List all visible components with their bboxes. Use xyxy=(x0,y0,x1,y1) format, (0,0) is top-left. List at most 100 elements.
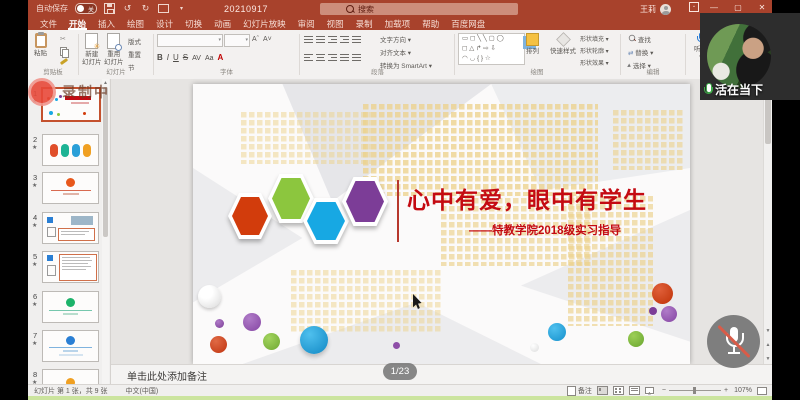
format-painter-button[interactable] xyxy=(60,58,68,65)
ribbon-display-options-button[interactable]: ⌄ xyxy=(684,0,704,14)
maximize-button[interactable]: ▢ xyxy=(728,0,748,14)
shape-fill-button[interactable]: 形状填充 ▾ xyxy=(580,34,609,43)
zoom-knob[interactable] xyxy=(693,387,696,394)
search-input[interactable]: 搜索 xyxy=(320,3,518,15)
qat-customize-button[interactable]: ▾ xyxy=(176,3,187,14)
tab-slideshow[interactable]: 幻灯片放映 xyxy=(237,16,292,30)
thumbnail-slide-6[interactable]: 6 ★ xyxy=(28,291,110,327)
quick-styles-button[interactable]: 快速样式 xyxy=(550,33,576,56)
tab-home[interactable]: 开始 xyxy=(63,16,92,30)
thumbnail-slide-7[interactable]: 7 ★ xyxy=(28,330,110,366)
bold-button[interactable]: B xyxy=(157,53,163,62)
fit-to-window-button[interactable] xyxy=(757,387,767,395)
redo-button[interactable]: ↻ xyxy=(140,3,151,14)
thumbnail-slide-2[interactable]: 2 ★ xyxy=(28,134,110,170)
tab-record[interactable]: 录制 xyxy=(350,16,379,30)
webcam-name: 活在当下 xyxy=(715,81,763,98)
increase-indent-button[interactable] xyxy=(340,36,349,44)
thumbnail-slide-3[interactable]: 3 ★ xyxy=(28,172,110,208)
find-button[interactable]: 查找 xyxy=(628,34,653,44)
tab-draw[interactable]: 绘图 xyxy=(121,16,150,30)
underline-button[interactable]: U xyxy=(173,53,179,62)
tab-animations[interactable]: 动画 xyxy=(208,16,237,30)
normal-view-button[interactable] xyxy=(597,386,608,395)
italic-button[interactable]: I xyxy=(167,53,169,62)
start-slideshow-button[interactable] xyxy=(158,3,169,14)
copy-button[interactable] xyxy=(60,47,68,56)
slideshow-view-button[interactable] xyxy=(645,387,654,395)
new-slide-button[interactable]: 新建 幻灯片 xyxy=(82,33,102,67)
notes-toggle-button[interactable]: 备注 xyxy=(567,386,592,396)
tab-review[interactable]: 审阅 xyxy=(292,16,321,30)
reset-button[interactable]: 重置 xyxy=(128,49,141,59)
minimize-button[interactable]: — xyxy=(704,0,724,14)
arrange-button[interactable]: 排列 xyxy=(526,33,539,56)
tab-view[interactable]: 视图 xyxy=(321,16,350,30)
thumb-number: 8 xyxy=(33,370,37,379)
columns-button[interactable] xyxy=(352,54,361,62)
replace-button[interactable]: ⇄ 替换 ▾ xyxy=(628,47,653,57)
slide-sorter-view-button[interactable] xyxy=(613,386,624,395)
numbering-button[interactable] xyxy=(316,36,325,44)
language-status[interactable]: 中文(中国) xyxy=(126,386,159,396)
notes-pane[interactable]: 单击此处添加备注 xyxy=(111,364,772,386)
close-button[interactable]: ✕ xyxy=(752,0,772,14)
slide-info: 幻灯片 第 1 张，共 9 张 xyxy=(34,386,108,396)
tab-file[interactable]: 文件 xyxy=(34,16,63,30)
tab-design[interactable]: 设计 xyxy=(150,16,179,30)
canvas-scrollbar[interactable]: ▲ ▼ ▲ ▼ xyxy=(763,79,772,364)
thumbnail-slide-8[interactable]: 8 ★ xyxy=(28,369,110,385)
undo-button[interactable]: ↺ xyxy=(122,3,133,14)
bullets-button[interactable] xyxy=(304,36,313,44)
zoom-out-button[interactable]: − xyxy=(662,387,666,394)
strikethrough-button[interactable]: S xyxy=(183,53,188,62)
shape-outline-button[interactable]: 形状轮廓 ▾ xyxy=(580,46,609,55)
zoom-in-button[interactable]: + xyxy=(724,387,728,394)
char-spacing-button[interactable]: AV xyxy=(192,55,201,62)
increase-font-button[interactable]: Aˆ xyxy=(252,36,259,43)
search-icon xyxy=(346,5,354,13)
tab-help[interactable]: 帮助 xyxy=(416,16,445,30)
zoom-slider[interactable]: − + xyxy=(662,387,728,394)
font-size-select[interactable]: ▾ xyxy=(224,34,250,47)
tab-transitions[interactable]: 切换 xyxy=(179,16,208,30)
thumbnail-slide-5[interactable]: 5 ★ xyxy=(28,251,110,287)
tab-insert[interactable]: 插入 xyxy=(92,16,121,30)
font-name-select[interactable]: ▾ xyxy=(157,34,223,47)
ball-green-right xyxy=(628,331,644,347)
align-text-button[interactable]: 对齐文本 ▾ xyxy=(380,47,432,57)
decrease-font-button[interactable]: A˅ xyxy=(263,36,272,43)
reuse-slides-button[interactable]: 重用 幻灯片 xyxy=(104,33,124,67)
layout-button[interactable]: 版式 xyxy=(128,36,141,46)
thumbnail-slide-4[interactable]: 4 ★ xyxy=(28,212,110,248)
align-right-button[interactable] xyxy=(328,54,337,62)
cut-button[interactable]: ✂ xyxy=(60,35,68,43)
thumbnail-scrollbar[interactable]: ▲ xyxy=(102,79,109,385)
save-button[interactable] xyxy=(104,3,115,14)
account-area[interactable]: 王莉 xyxy=(640,4,671,15)
shapes-gallery[interactable]: ▭ ◻ ╲ ╲ ▢ ◯ ◻ △ ↱ ⇨ ⇩ ◠ ◡ { } ☆ xyxy=(458,33,525,65)
zoom-level[interactable]: 107% xyxy=(734,387,752,394)
quick-styles-label: 快速样式 xyxy=(550,48,576,56)
ball-green xyxy=(263,333,280,350)
align-left-button[interactable] xyxy=(304,54,313,62)
webcam-overlay[interactable]: 活在当下 xyxy=(700,13,800,100)
slide-subtitle[interactable]: ——特教学院2018级实习指导 xyxy=(469,222,621,238)
ball-blue-large xyxy=(300,326,328,354)
slide-canvas[interactable]: 心中有爱，眼中有学生 ——特教学院2018级实习指导 xyxy=(193,84,690,364)
tab-baidu-netdisk[interactable]: 百度网盘 xyxy=(445,16,491,30)
align-center-button[interactable] xyxy=(316,54,325,62)
text-direction-button[interactable]: 文字方向 ▾ xyxy=(380,34,432,44)
slide-title[interactable]: 心中有爱，眼中有学生 xyxy=(407,181,647,215)
justify-button[interactable] xyxy=(340,54,349,62)
thumb-preview xyxy=(42,369,99,385)
line-spacing-button[interactable] xyxy=(352,36,361,44)
paste-button[interactable]: 粘贴 xyxy=(34,33,47,58)
mute-microphone-button[interactable] xyxy=(707,315,760,368)
autosave-toggle[interactable]: 关 xyxy=(75,3,97,14)
change-case-button[interactable]: Aa xyxy=(205,55,214,62)
tab-addins[interactable]: 加载项 xyxy=(379,16,417,30)
font-color-button[interactable]: A xyxy=(218,53,224,62)
decrease-indent-button[interactable] xyxy=(328,36,337,44)
reading-view-button[interactable] xyxy=(629,386,640,395)
